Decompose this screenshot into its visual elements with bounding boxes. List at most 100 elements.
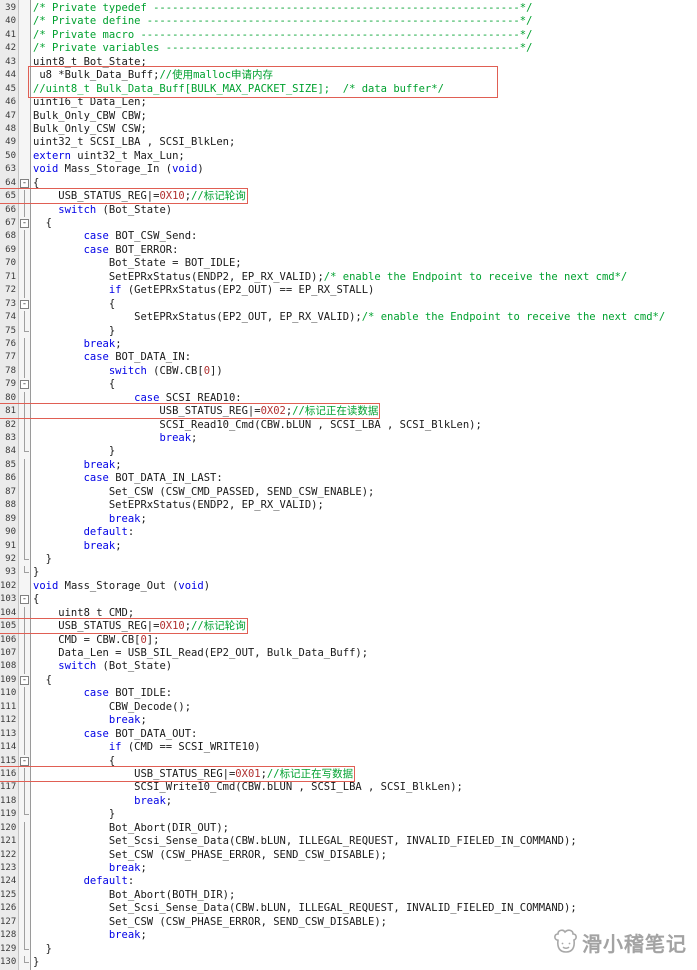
code-line[interactable]: break; — [33, 795, 697, 808]
code-line[interactable]: switch (CBW.CB[0]) — [33, 365, 697, 378]
code-segment-plain-code: ) — [203, 579, 211, 592]
code-line[interactable]: default: — [33, 875, 697, 888]
code-line[interactable]: USB_STATUS_REG|=0X01;//标记正在写数据 — [0, 765, 697, 782]
code-line[interactable]: USB_STATUS_REG|=0X10;//标记轮询 — [0, 618, 697, 635]
code-line[interactable]: SCSI_Read10_Cmd(CBW.bLUN , SCSI_LBA , SC… — [33, 419, 697, 432]
code-line[interactable]: { — [33, 298, 697, 311]
fold-cell — [19, 311, 31, 325]
code-line[interactable]: uint8_t CMD; — [33, 607, 697, 620]
code-line[interactable]: uint16_t Data_Len; — [33, 96, 697, 109]
code-line[interactable]: { — [33, 378, 697, 391]
code-line[interactable]: Set_Scsi_Sense_Data(CBW.bLUN, ILLEGAL_RE… — [33, 902, 697, 915]
code-line[interactable]: break; — [33, 513, 697, 526]
code-line[interactable]: case BOT_ERROR: — [33, 244, 697, 257]
code-segment-comment: //标记轮询 — [191, 620, 246, 633]
code-line[interactable]: } — [33, 325, 697, 338]
code-line[interactable]: } — [33, 553, 697, 566]
code-line[interactable]: /* Private variables -------------------… — [33, 42, 697, 55]
fold-scope-end — [24, 808, 29, 816]
line-number: 121 — [0, 836, 17, 847]
code-segment-keyword: break — [108, 714, 141, 727]
code-line[interactable]: CMD = CBW.CB[0]; — [33, 634, 697, 647]
code-line[interactable]: Bulk_Only_CSW CSW; — [33, 123, 697, 136]
code-line[interactable]: break; — [33, 540, 697, 553]
code-line[interactable]: case BOT_DATA_IN: — [33, 351, 697, 364]
code-line[interactable]: SetEPRxStatus(EP2_OUT, EP_RX_VALID);/* e… — [33, 311, 697, 324]
code-line[interactable]: break; — [33, 862, 697, 875]
code-line[interactable]: USB_STATUS_REG|=0X10;//标记轮询 — [0, 188, 697, 205]
code-line[interactable]: Data_Len = USB_SIL_Read(EP2_OUT, Bulk_Da… — [33, 647, 697, 660]
code-line[interactable]: break; — [33, 714, 697, 727]
code-line[interactable]: { — [33, 755, 697, 768]
code-line[interactable]: case BOT_IDLE: — [33, 687, 697, 700]
code-line[interactable]: { — [33, 177, 697, 190]
code-line[interactable]: SetEPRxStatus(ENDP2, EP_RX_VALID); — [33, 499, 697, 512]
code-line[interactable]: CBW_Decode(); — [33, 701, 697, 714]
code-line[interactable]: } — [33, 566, 697, 579]
fold-toggle-icon[interactable]: - — [20, 219, 29, 228]
code-line[interactable]: break; — [33, 432, 697, 445]
code-segment-keyword: break — [108, 512, 141, 525]
fold-cell — [19, 499, 31, 513]
code-line[interactable]: Bulk_Only_CBW CBW; — [33, 110, 697, 123]
code-line[interactable]: Set_Scsi_Sense_Data(CBW.bLUN, ILLEGAL_RE… — [33, 835, 697, 848]
code-line[interactable]: Bot_State = BOT_IDLE; — [33, 257, 697, 270]
code-line[interactable]: Set_CSW (CSW_CMD_PASSED, SEND_CSW_ENABLE… — [33, 486, 697, 499]
code-line[interactable]: { — [33, 217, 697, 230]
fold-scope-line — [24, 472, 25, 486]
line-number: 90 — [5, 527, 16, 538]
code-line[interactable]: if (GetEPRxStatus(EP2_OUT) == EP_RX_STAL… — [33, 284, 697, 297]
code-line[interactable]: Bot_Abort(BOTH_DIR); — [33, 889, 697, 902]
code-area[interactable]: /* Private typedef ---------------------… — [0, 2, 697, 970]
fold-toggle-icon[interactable]: - — [20, 299, 29, 309]
fold-scope-line — [24, 418, 25, 432]
code-segment-plain-code: Set_Scsi_Sense_Data(CBW.bLUN, ILLEGAL_RE… — [33, 835, 577, 848]
code-line[interactable]: extern uint32_t Max_Lun; — [33, 150, 697, 163]
code-line[interactable]: switch (Bot_State) — [33, 660, 697, 673]
code-segment-plain-code: SCSI_READ10: — [159, 391, 242, 404]
code-line[interactable]: USB_STATUS_REG|=0X02;//标记正在读数据 — [0, 403, 697, 420]
code-line[interactable]: default: — [33, 526, 697, 539]
code-line[interactable]: /* Private macro -----------------------… — [33, 29, 697, 42]
fold-toggle-icon[interactable]: - — [20, 178, 29, 188]
code-segment-keyword: case — [83, 243, 109, 256]
line-number: 74 — [5, 312, 16, 323]
fold-scope-line — [24, 606, 25, 621]
code-line[interactable]: /* Private typedef ---------------------… — [33, 2, 697, 15]
fold-toggle-icon[interactable]: - — [20, 595, 29, 605]
code-line[interactable]: void Mass_Storage_Out (void) — [33, 580, 697, 593]
code-line[interactable]: case SCSI_READ10: — [33, 392, 697, 405]
code-line[interactable]: /* Private define ----------------------… — [33, 15, 697, 28]
fold-cell — [19, 243, 31, 258]
code-line[interactable]: uint32_t SCSI_LBA , SCSI_BlkLen; — [33, 136, 697, 149]
code-line[interactable]: case BOT_CSW_Send: — [33, 230, 697, 243]
line-number: 67 — [5, 218, 16, 228]
fold-cell — [19, 956, 31, 969]
code-line[interactable]: { — [33, 674, 697, 687]
code-line[interactable]: switch (Bot_State) — [33, 204, 697, 217]
fold-toggle-icon[interactable]: - — [20, 380, 29, 390]
fold-toggle-icon[interactable]: - — [20, 756, 29, 766]
code-line[interactable]: break; — [33, 338, 697, 351]
code-line[interactable]: } — [33, 956, 697, 969]
line-number-column: 39 40 41 42 43 44 45 46 47 48 49 50 63 64 65 66 67 68 69 70… — [0, 2, 16, 970]
code-segment-number: 0X02 — [260, 405, 286, 418]
code-line[interactable]: Bot_Abort(DIR_OUT); — [33, 822, 697, 835]
code-line[interactable]: SetEPRxStatus(ENDP2, EP_RX_VALID);/* ena… — [33, 271, 697, 284]
code-line[interactable]: if (CMD == SCSI_WRITE10) — [33, 741, 697, 754]
fold-scope-line — [24, 230, 25, 244]
code-line[interactable]: } — [33, 445, 697, 458]
fold-toggle-icon[interactable]: - — [20, 675, 29, 685]
line-number: 76 — [5, 338, 16, 349]
code-line[interactable]: Set_CSW (CSW_PHASE_ERROR, SEND_CSW_DISAB… — [33, 849, 697, 862]
code-line[interactable]: void Mass_Storage_In (void) — [33, 163, 697, 176]
code-line[interactable]: SCSI_Write10_Cmd(CBW.bLUN , SCSI_LBA , S… — [33, 781, 697, 794]
code-line[interactable]: case BOT_DATA_OUT: — [33, 728, 697, 741]
code-line[interactable]: break; — [33, 459, 697, 472]
fold-scope-line — [24, 512, 25, 527]
code-line[interactable]: { — [33, 593, 697, 606]
code-line[interactable]: case BOT_DATA_IN_LAST: — [33, 472, 697, 485]
fold-cell — [19, 136, 31, 149]
code-line[interactable]: } — [33, 808, 697, 821]
fold-scope-line — [24, 915, 25, 930]
